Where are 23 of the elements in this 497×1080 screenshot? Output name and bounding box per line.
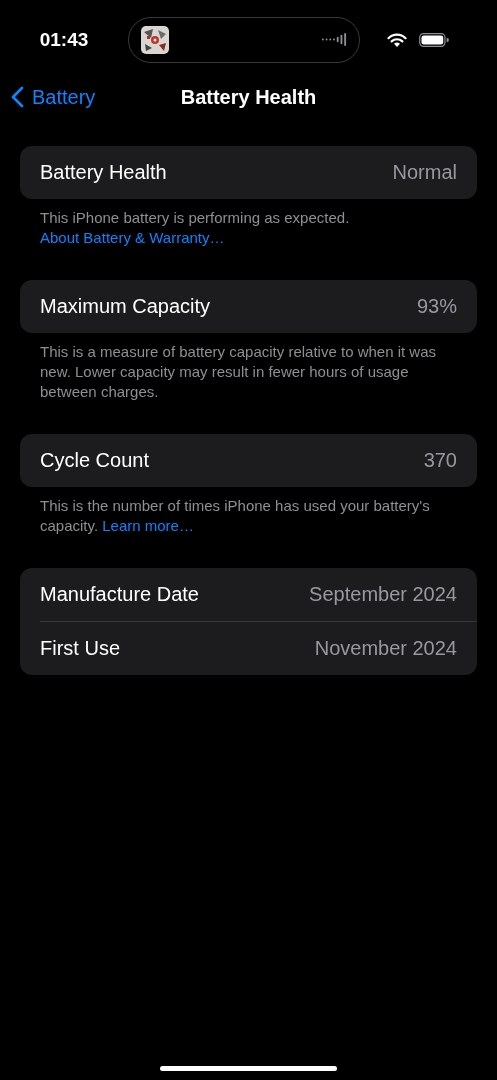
row-value: November 2024 xyxy=(314,637,457,660)
section-footer: This is the number of times iPhone has used your battery's capacity. Learn more… xyxy=(20,496,477,536)
row-value: 93% xyxy=(416,295,457,318)
page-title: Battery Health xyxy=(180,84,317,110)
back-chevron-icon xyxy=(11,86,24,108)
row-value: September 2024 xyxy=(309,583,457,606)
info-link[interactable]: Learn more… xyxy=(102,517,194,534)
audio-bars-icon xyxy=(321,32,347,47)
row-label: First Use xyxy=(40,637,120,660)
status-time: 01:43 xyxy=(38,28,90,51)
section-footer: This iPhone battery is performing as expected. About Battery & Warranty… xyxy=(20,208,477,248)
row-value: Normal xyxy=(392,161,457,184)
back-button[interactable]: Battery xyxy=(11,85,96,109)
wifi-icon xyxy=(387,32,407,48)
section-footer: This is a measure of battery capacity relative to when it was new. Lower capacity may result in fewer hours of usage between charges. xyxy=(20,342,477,402)
row-label: Maximum Capacity xyxy=(40,295,211,318)
row-label: Cycle Count xyxy=(40,449,149,472)
home-indicator[interactable] xyxy=(160,1066,337,1071)
battery-icon xyxy=(419,33,449,47)
row-label: Battery Health xyxy=(40,161,167,184)
info-link[interactable]: About Battery & Warranty… xyxy=(40,229,225,246)
row-value: 370 xyxy=(423,449,457,472)
row-label: Manufacture Date xyxy=(40,583,199,606)
